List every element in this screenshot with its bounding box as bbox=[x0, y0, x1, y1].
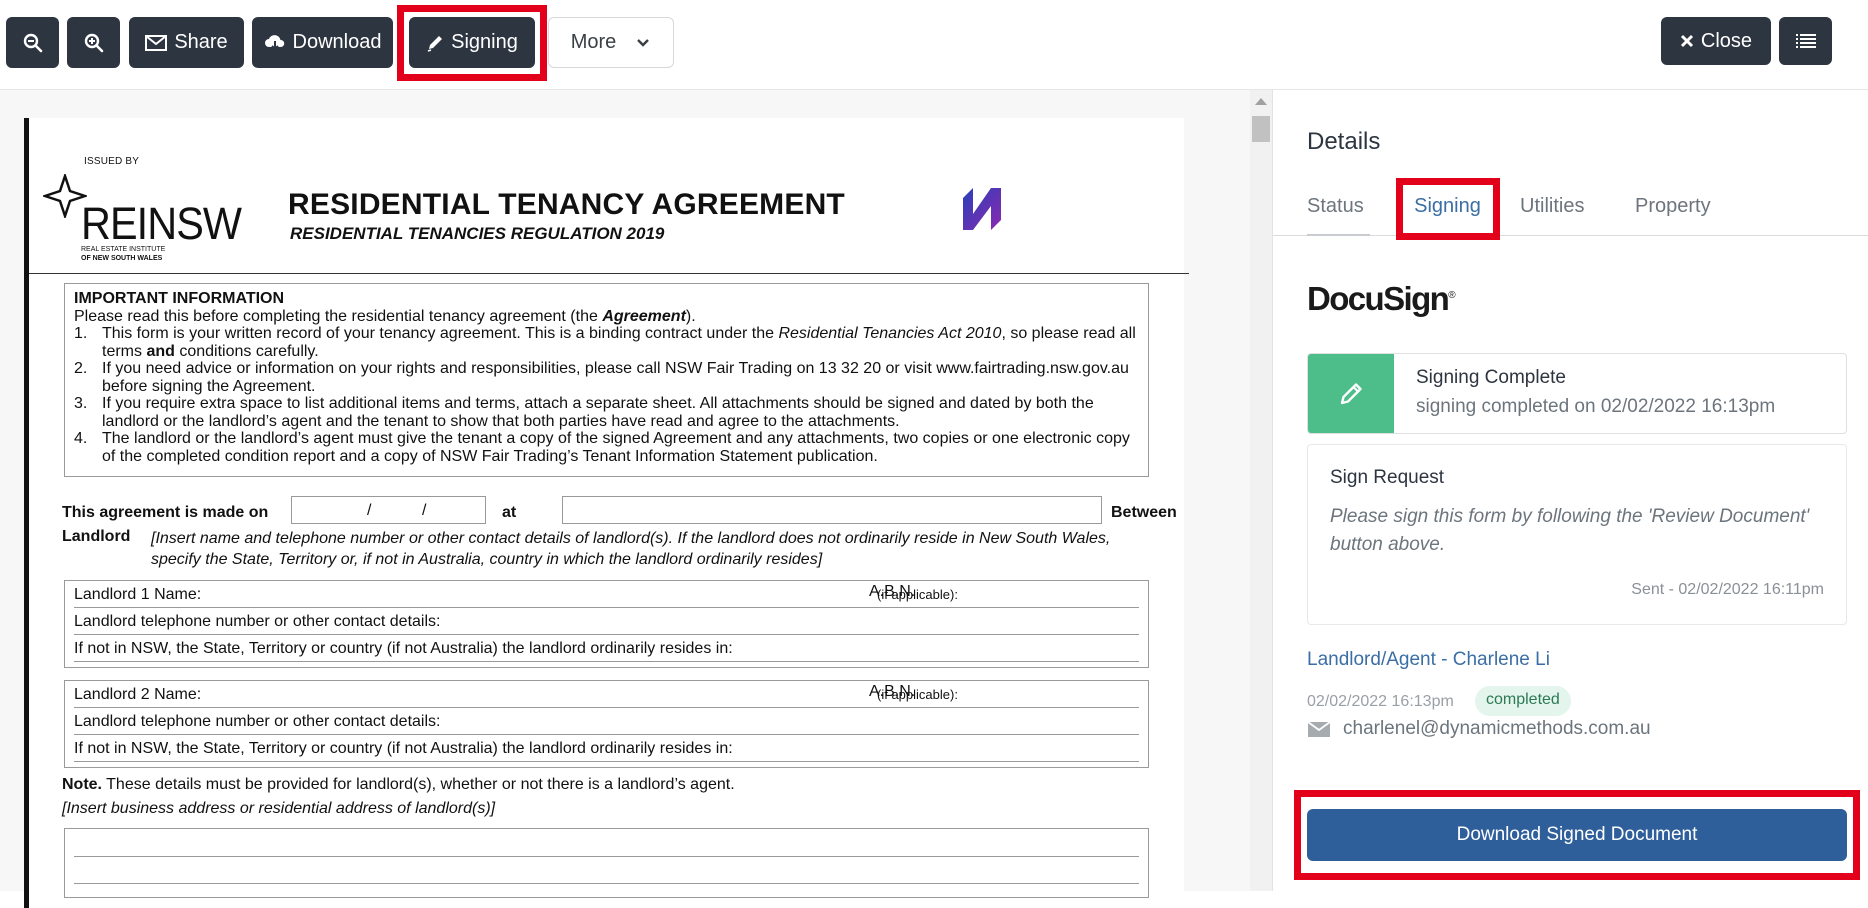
signing-button[interactable]: Signing bbox=[409, 17, 535, 68]
landlord-1-resides-row[interactable]: If not in NSW, the State, Territory or c… bbox=[74, 635, 1139, 662]
signer-date: 02/02/2022 16:13pm bbox=[1307, 693, 1454, 710]
agreement-place-field[interactable] bbox=[562, 496, 1102, 524]
scrollbar-thumb[interactable] bbox=[1252, 116, 1270, 142]
landlord-label: Landlord bbox=[62, 528, 131, 545]
header-divider bbox=[29, 273, 1189, 274]
document-title: RESIDENTIAL TENANCY AGREEMENT bbox=[288, 188, 845, 221]
sign-request-card: Sign Request Please sign this form by fo… bbox=[1307, 444, 1847, 625]
tab-status[interactable]: Status bbox=[1307, 186, 1370, 236]
details-panel: Details Status Signing Utilities Propert… bbox=[1272, 90, 1868, 891]
important-intro: Please read this before completing the r… bbox=[74, 307, 696, 325]
landlord-address-box[interactable] bbox=[64, 828, 1149, 898]
mail-icon bbox=[1307, 721, 1331, 737]
agreement-made-row: This agreement is made on / / at Between bbox=[62, 496, 1177, 526]
document-scrollbar[interactable] bbox=[1250, 90, 1272, 891]
tab-property[interactable]: Property bbox=[1635, 186, 1711, 236]
list-icon bbox=[1795, 34, 1816, 48]
status-badge: completed bbox=[1475, 686, 1571, 716]
chevron-down-icon bbox=[637, 38, 650, 47]
more-dropdown[interactable]: More bbox=[548, 17, 674, 68]
landlord-note: Note. These details must be provided for… bbox=[62, 776, 735, 793]
share-label: Share bbox=[174, 31, 228, 53]
tab-utilities[interactable]: Utilities bbox=[1520, 186, 1584, 236]
landlord-1-phone-row[interactable]: Landlord telephone number or other conta… bbox=[74, 608, 1139, 635]
landlord-1-name-row[interactable]: Landlord 1 Name: A.B.N. (if applicable): bbox=[74, 581, 1139, 608]
signer-name-link[interactable]: Landlord/Agent - Charlene Li bbox=[1307, 649, 1550, 671]
toolbar: Share Download Signing More Close bbox=[0, 0, 1868, 90]
details-tabs: Status Signing Utilities Property bbox=[1273, 186, 1868, 236]
zoom-out-icon bbox=[23, 33, 42, 52]
important-information-box: IMPORTANT INFORMATION Please read this b… bbox=[64, 283, 1149, 477]
agreement-date-field[interactable]: / / bbox=[291, 496, 486, 524]
share-button[interactable]: Share bbox=[129, 17, 244, 68]
info-item-3: 3. If you require extra space to list add… bbox=[74, 395, 1094, 430]
signing-complete-card: Signing Complete signing completed on 02… bbox=[1307, 353, 1847, 434]
agreement-made-label: This agreement is made on bbox=[62, 504, 269, 521]
sign-request-message: Please sign this form by following the '… bbox=[1330, 506, 1810, 555]
signing-label: Signing bbox=[451, 31, 518, 53]
sign-request-sent: Sent - 02/02/2022 16:11pm bbox=[1631, 581, 1824, 598]
close-button[interactable]: Close bbox=[1661, 17, 1771, 65]
scroll-up-icon[interactable] bbox=[1255, 98, 1267, 105]
download-signed-document-button[interactable]: Download Signed Document bbox=[1307, 809, 1847, 861]
between-label: Between bbox=[1111, 504, 1177, 521]
envelope-icon bbox=[145, 34, 168, 51]
zoom-out-button[interactable] bbox=[6, 17, 59, 68]
signing-complete-title: Signing Complete bbox=[1416, 367, 1566, 388]
reinsw-logo-sub1: REAL ESTATE INSTITUTE bbox=[81, 246, 166, 253]
reinsw-logo-sub2: OF NEW SOUTH WALES bbox=[81, 255, 163, 262]
close-label: Close bbox=[1700, 29, 1753, 52]
info-item-2: 2. If you need advice or information on y… bbox=[74, 360, 1129, 395]
address-instructions: [Insert business address or residential … bbox=[62, 800, 496, 817]
landlord-instructions: [Insert name and telephone number or oth… bbox=[151, 530, 1111, 568]
pen-icon bbox=[427, 35, 443, 52]
landlord-2-phone-row[interactable]: Landlord telephone number or other conta… bbox=[74, 708, 1139, 735]
document-subtitle: RESIDENTIAL TENANCIES REGULATION 2019 bbox=[290, 224, 665, 243]
landlord-2-name-row[interactable]: Landlord 2 Name: A.B.N. (if applicable): bbox=[74, 681, 1139, 708]
landlord-2-resides-row[interactable]: If not in NSW, the State, Territory or c… bbox=[74, 735, 1139, 762]
sign-request-title: Sign Request bbox=[1330, 467, 1445, 488]
list-menu-button[interactable] bbox=[1779, 17, 1832, 65]
cloud-download-icon bbox=[264, 34, 284, 50]
important-heading: IMPORTANT INFORMATION bbox=[74, 290, 285, 307]
tab-signing[interactable]: Signing bbox=[1409, 186, 1486, 236]
more-label: More bbox=[570, 31, 617, 53]
at-label: at bbox=[502, 504, 517, 521]
docusign-logo: DocuSign® bbox=[1307, 280, 1456, 317]
landlord-1-box: Landlord 1 Name: A.B.N. (if applicable): … bbox=[64, 580, 1149, 668]
reinsw-logo-text: REINSW bbox=[81, 198, 242, 249]
brand-logo-icon bbox=[963, 188, 1001, 230]
document-page: ISSUED BY REINSW REAL ESTATE INSTITUTE O… bbox=[24, 118, 1189, 908]
info-item-1: 1. This form is your written record of yo… bbox=[74, 325, 1136, 360]
pencil-icon bbox=[1308, 354, 1394, 433]
zoom-in-icon bbox=[84, 33, 103, 52]
close-icon bbox=[1680, 34, 1693, 48]
zoom-in-button[interactable] bbox=[67, 17, 120, 68]
signer-email: charlenel@dynamicmethods.com.au bbox=[1343, 718, 1651, 739]
signing-complete-subtitle: signing completed on 02/02/2022 16:13pm bbox=[1416, 396, 1776, 417]
panel-title: Details bbox=[1307, 128, 1381, 155]
download-label: Download bbox=[292, 31, 382, 53]
landlord-2-box: Landlord 2 Name: A.B.N. (if applicable): … bbox=[64, 680, 1149, 768]
issued-by-text: ISSUED BY bbox=[84, 156, 140, 167]
info-item-4: 4. The landlord or the landlord’s agent m… bbox=[74, 430, 1130, 465]
download-button[interactable]: Download bbox=[252, 17, 393, 68]
